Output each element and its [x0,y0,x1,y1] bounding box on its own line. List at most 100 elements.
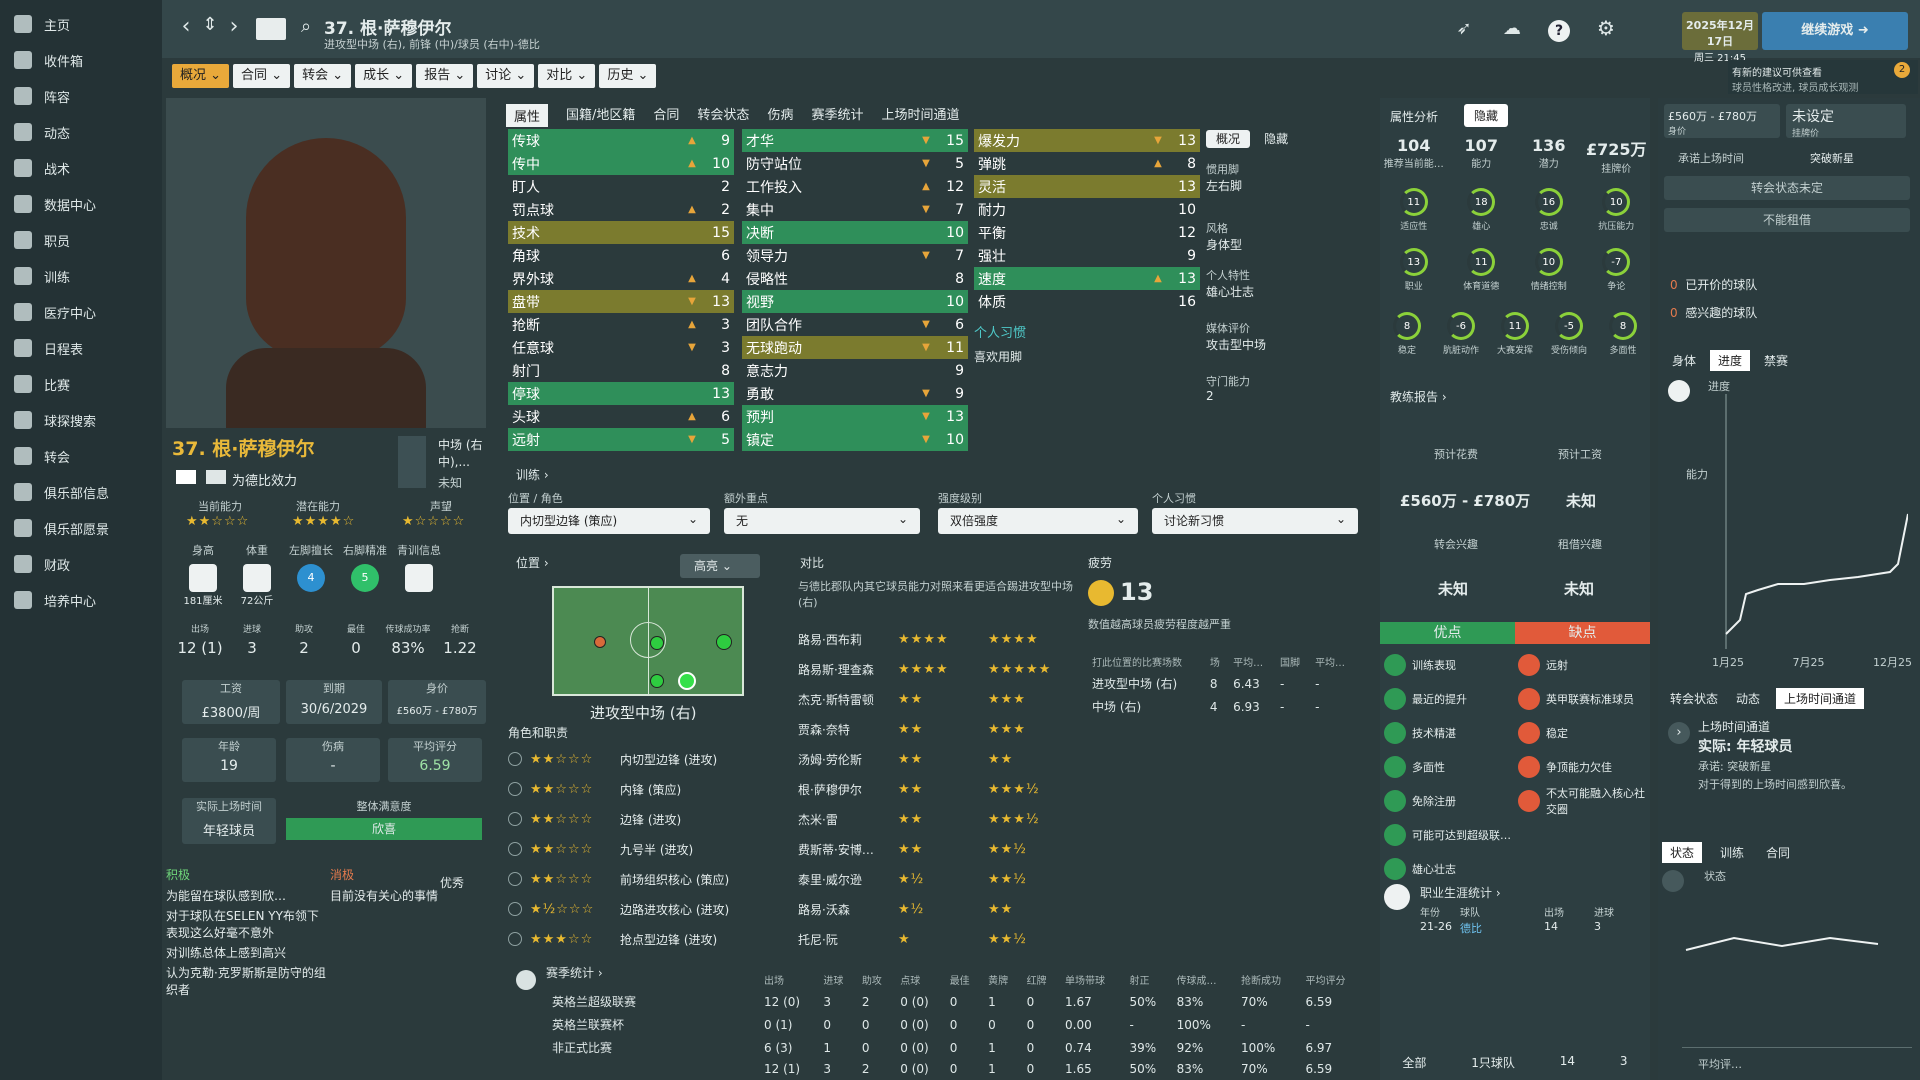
right-tab[interactable]: 训练 [1716,842,1748,863]
attribute-row[interactable]: 集中 ▼ 7 [742,198,968,221]
compare-row[interactable]: 根·萨穆伊尔 ★★ ★★★½ [798,774,1078,804]
sidebar-item[interactable]: 培养中心 [0,582,162,618]
attribute-row[interactable]: 意志力 9 [742,359,968,382]
training-title[interactable]: 训练 › [516,466,549,483]
sidebar-item[interactable]: 数据中心 [0,186,162,222]
attribute-row[interactable]: 头球 ▲ 6 [508,405,734,428]
tab-2[interactable]: 转会 ⌄ [294,64,352,88]
attribute-row[interactable]: 视野 10 [742,290,968,313]
sidebar-item[interactable]: 日程表 [0,330,162,366]
attribute-row[interactable]: 侵略性 8 [742,267,968,290]
attribute-row[interactable]: 罚点球 ▲ 2 [508,198,734,221]
transfer-status-button[interactable]: 转会状态未定 [1664,176,1910,200]
sidebar-item[interactable]: 比赛 [0,366,162,402]
radio-icon[interactable] [508,812,522,826]
progress-title[interactable]: 进度 [1708,378,1730,394]
compare-row[interactable]: 路易斯·理查森 ★★★★ ★★★★★ [798,654,1078,684]
right-tab[interactable]: 进度 [1710,350,1751,371]
role-row[interactable]: ★★☆☆☆ 边锋 (进攻) [508,804,774,834]
compare-row[interactable]: 汤姆·劳伦斯 ★★ ★★ [798,744,1078,774]
tab-hidden-analysis[interactable]: 隐藏 [1464,104,1509,127]
highlight-select[interactable]: 高亮 ⌄ [680,554,760,578]
subtab[interactable]: 国籍/地区籍 [566,104,635,127]
tab-3[interactable]: 成长 ⌄ [355,64,413,88]
sidebar-item[interactable]: 收件箱 [0,42,162,78]
compare-row[interactable]: 杰克·斯特雷顿 ★★ ★★★ [798,684,1078,714]
attribute-row[interactable]: 停球 13 [508,382,734,405]
tab-hidden[interactable]: 隐藏 [1254,130,1298,148]
attribute-row[interactable]: 抢断 ▲ 3 [508,313,734,336]
right-tab[interactable]: 动态 [1734,688,1762,709]
help-icon[interactable]: ? [1548,20,1570,42]
attribute-row[interactable]: 速度 ▲ 13 [974,267,1200,290]
sidebar-item[interactable]: 财政 [0,546,162,582]
state-title[interactable]: 状态 [1704,868,1726,884]
settings-gear-icon[interactable] [516,970,536,990]
subtab[interactable]: 赛季统计 [811,104,863,127]
season-row[interactable]: 英格兰超级联赛 12 (0) 3 2 0 (0) 0 1 0 1.67 50% 83% 70% 6.59 [548,991,1364,1012]
sidebar-item[interactable]: 主页 [0,6,162,42]
search-icon[interactable]: ⌕ [292,16,320,37]
role-row[interactable]: ★½☆☆☆ 边路进攻核心 (进攻) [508,894,774,924]
tab-overview[interactable]: 概况 [1206,130,1251,148]
radio-icon[interactable] [508,872,522,886]
tab-0[interactable]: 概况 ⌄ [172,64,230,88]
attribute-row[interactable]: 灵活 13 [974,175,1200,198]
attribute-row[interactable]: 决断 10 [742,221,968,244]
attribute-row[interactable]: 强壮 9 [974,244,1200,267]
compare-row[interactable]: 费斯蒂·安博… ★★ ★★½ [798,834,1078,864]
career-title[interactable]: 职业生涯统计 › [1420,884,1501,901]
pt-title[interactable]: 上场时间通道 [1698,718,1770,735]
attribute-row[interactable]: 预判 ▼ 13 [742,405,968,428]
sidebar-item[interactable]: 医疗中心 [0,294,162,330]
role-row[interactable]: ★★☆☆☆ 九号半 (进攻) [508,834,774,864]
attribute-row[interactable]: 任意球 ▼ 3 [508,336,734,359]
tab-6[interactable]: 对比 ⌄ [538,64,596,88]
season-row[interactable]: 英格兰联赛杯 0 (1) 0 0 0 (0) 0 0 0 0.00 - 100% - - [548,1014,1364,1035]
attribute-row[interactable]: 界外球 ▲ 4 [508,267,734,290]
clubs-offered[interactable]: 0 已开价的球队 [1670,276,1757,293]
subtab[interactable]: 伤病 [767,104,793,127]
attribute-row[interactable]: 传中 ▲ 10 [508,152,734,175]
attribute-row[interactable]: 盯人 2 [508,175,734,198]
right-tab[interactable]: 状态 [1662,842,1703,863]
career-team[interactable]: 德比 [1460,920,1544,936]
attribute-row[interactable]: 镇定 ▼ 10 [742,428,968,451]
season-row[interactable]: 12 (1) 3 2 0 (0) 0 1 0 1.65 50% 83% 70% 6.59 [548,1060,1364,1078]
date-box[interactable]: 2025年12月17日 周三 21:45 [1682,12,1758,64]
training-intensity-select[interactable]: 双倍强度 ⌄ [938,508,1138,534]
attribute-row[interactable]: 爆发力 ▼ 13 [974,129,1200,152]
tab-5[interactable]: 讨论 ⌄ [477,64,535,88]
attribute-row[interactable]: 才华 ▼ 15 [742,129,968,152]
forward-icon[interactable]: › [220,14,248,39]
season-row[interactable]: 非正式比赛 6 (3) 1 0 0 (0) 0 1 0 0.74 39% 92% 100% 6.97 [548,1037,1364,1058]
sidebar-item[interactable]: 阵容 [0,78,162,114]
role-row[interactable]: ★★☆☆☆ 内锋 (策应) [508,774,774,804]
attribute-row[interactable]: 平衡 12 [974,221,1200,244]
sidebar-item[interactable]: 俱乐部信息 [0,474,162,510]
attribute-row[interactable]: 领导力 ▼ 7 [742,244,968,267]
attribute-row[interactable]: 传球 ▲ 9 [508,129,734,152]
settings-gear-icon[interactable]: ⚙ [1592,16,1620,40]
attribute-row[interactable]: 无球跑动 ▼ 11 [742,336,968,359]
sidebar-item[interactable]: 转会 [0,438,162,474]
subtab[interactable]: 转会状态 [697,104,749,127]
training-extra-select[interactable]: 无 ⌄ [724,508,920,534]
loan-status-button[interactable]: 不能租借 [1664,208,1910,232]
radio-icon[interactable] [508,752,522,766]
asking-box[interactable]: 未设定 挂牌价 [1786,104,1906,139]
compare-row[interactable]: 托尼·阮 ★ ★★½ [798,924,1078,954]
compare-row[interactable]: 泰里·威尔逊 ★½ ★★½ [798,864,1078,894]
attribute-row[interactable]: 体质 16 [974,290,1200,313]
attribute-row[interactable]: 耐力 10 [974,198,1200,221]
radio-icon[interactable] [508,842,522,856]
notice-box[interactable]: 有新的建议可供查看 球员性格改进, 球员成长观测 2 [1728,60,1918,94]
role-row[interactable]: ★★★☆☆ 抢点型边锋 (进攻) [508,924,774,954]
rocket-icon[interactable]: ➶ [1450,18,1478,39]
sidebar-item[interactable]: 职员 [0,222,162,258]
attribute-row[interactable]: 远射 ▼ 5 [508,428,734,451]
clubs-interest[interactable]: 0 感兴趣的球队 [1670,304,1757,321]
attribute-row[interactable]: 射门 8 [508,359,734,382]
sidebar-item[interactable]: 球探搜索 [0,402,162,438]
tab-4[interactable]: 报告 ⌄ [416,64,474,88]
